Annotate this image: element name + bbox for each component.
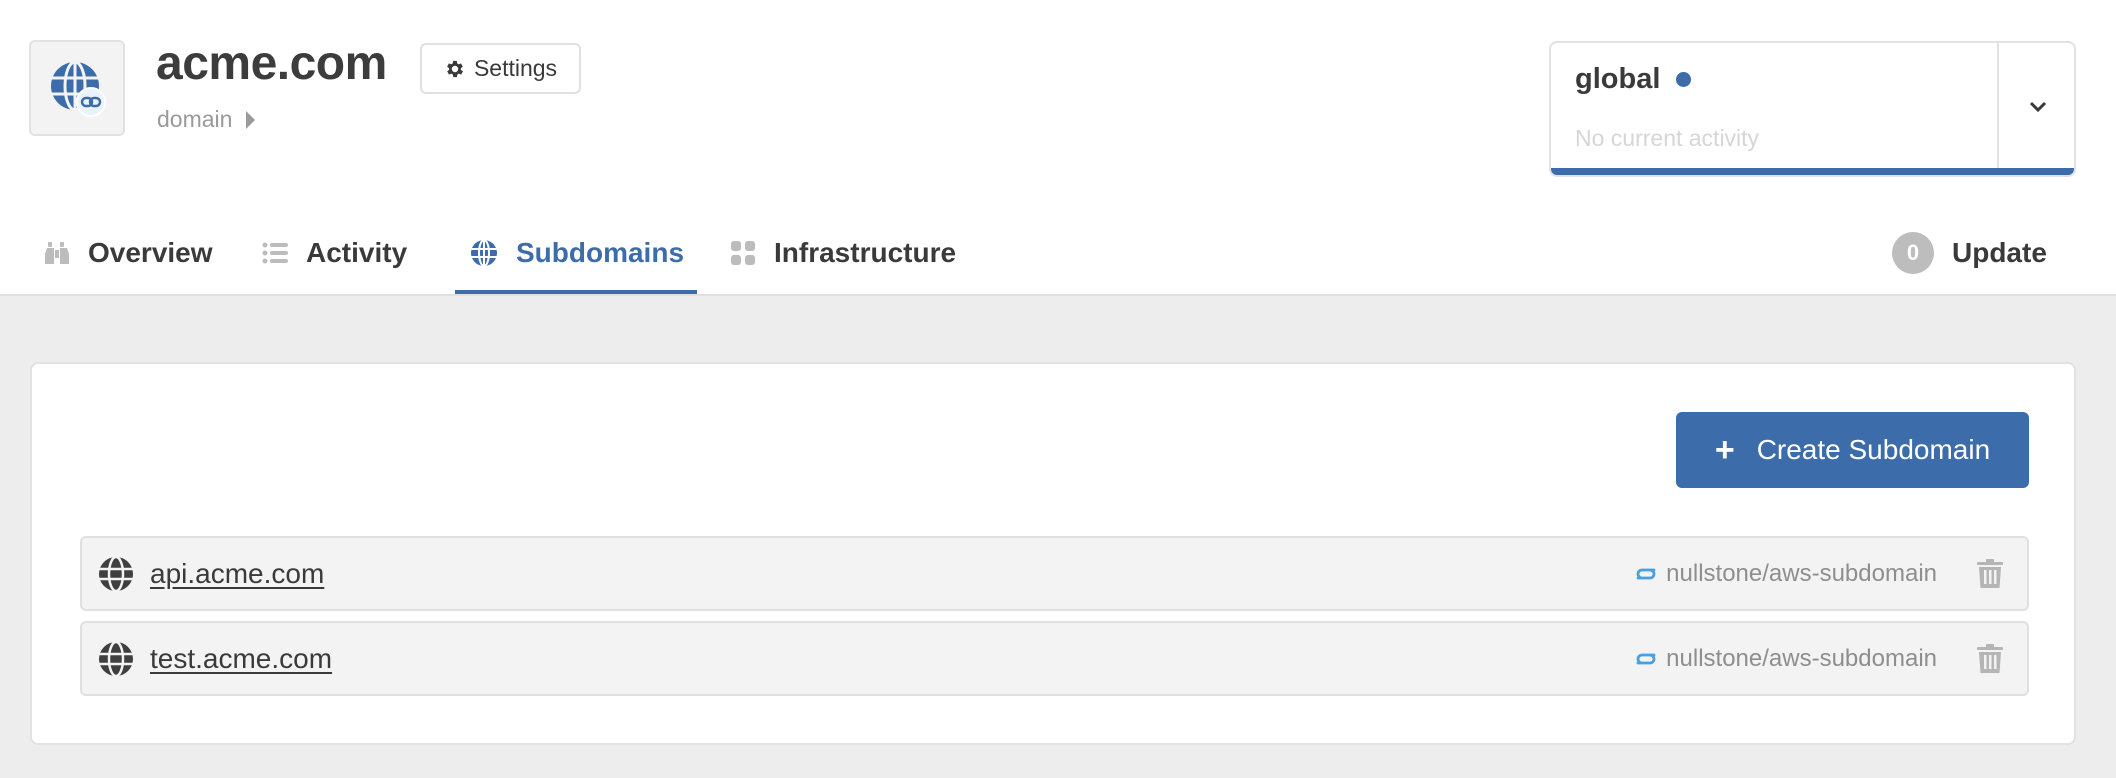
chevron-down-icon: [2029, 101, 2046, 113]
environment-panel: global No current activity: [1549, 41, 2076, 177]
status-dot: [1676, 72, 1692, 87]
subdomain-link[interactable]: test.acme.com: [150, 643, 332, 675]
module-name: nullstone/aws-subdomain: [1666, 559, 1937, 587]
gear-icon: [447, 60, 463, 77]
module-link-icon: [1636, 568, 1656, 579]
subdomains-card: + Create Subdomain api.acme.com nullston…: [30, 362, 2076, 745]
globe-icon: [471, 239, 497, 267]
subdomain-row: api.acme.com nullstone/aws-subdomain: [80, 536, 2029, 611]
plus-icon: +: [1714, 431, 1735, 469]
environment-status-bar: [1551, 168, 2074, 175]
update-label: Update: [1952, 237, 2047, 268]
environment-name: global: [1575, 63, 1661, 95]
module-reference[interactable]: nullstone/aws-subdomain: [1634, 645, 1937, 673]
tab-label: Overview: [88, 237, 213, 268]
environment-name-row: global: [1575, 63, 1692, 96]
trash-icon[interactable]: [1977, 643, 2003, 674]
tab-label: Subdomains: [516, 237, 685, 268]
breadcrumb[interactable]: domain: [157, 106, 256, 133]
update-button[interactable]: 0 Update: [1892, 222, 2047, 284]
binoculars-icon: [45, 242, 69, 264]
tab-overview[interactable]: Overview: [44, 222, 213, 294]
tab-activity[interactable]: Activity: [262, 222, 407, 294]
subdomain-list: api.acme.com nullstone/aws-subdomain tes…: [80, 536, 2029, 706]
subdomain-row: test.acme.com nullstone/aws-subdomain: [80, 621, 2029, 696]
app-icon: [29, 40, 125, 136]
globe-icon: [99, 640, 133, 677]
tab-bar: Overview Activity Subdomains Infrastruct…: [0, 222, 2116, 294]
globe-icon: [99, 555, 133, 592]
tab-label: Infrastructure: [774, 237, 957, 268]
module-name: nullstone/aws-subdomain: [1666, 644, 1937, 672]
environment-status[interactable]: global No current activity: [1551, 43, 1999, 171]
trash-icon[interactable]: [1977, 558, 2003, 589]
page-title: acme.com: [156, 37, 387, 90]
breadcrumb-type: domain: [157, 106, 233, 132]
environment-dropdown-toggle[interactable]: [1999, 43, 2074, 171]
page-header: acme.com Settings domain global No curre…: [0, 0, 2116, 294]
update-count-badge: 0: [1892, 232, 1934, 274]
settings-label: Settings: [473, 55, 558, 81]
tab-label: Activity: [306, 237, 408, 268]
list-icon: [262, 242, 288, 264]
create-subdomain-label: Create Subdomain: [1756, 434, 1991, 465]
create-subdomain-button[interactable]: + Create Subdomain: [1676, 412, 2029, 488]
globe-link-icon: [51, 60, 106, 117]
tab-infrastructure[interactable]: Infrastructure: [730, 222, 956, 294]
module-link-icon: [1636, 653, 1656, 664]
settings-button[interactable]: Settings: [420, 43, 581, 94]
subdomain-link[interactable]: api.acme.com: [150, 558, 324, 590]
grid-icon: [731, 241, 755, 265]
caret-right-icon: [246, 110, 256, 129]
tab-subdomains[interactable]: Subdomains: [455, 222, 697, 294]
main-content: + Create Subdomain api.acme.com nullston…: [0, 294, 2116, 778]
environment-activity: No current activity: [1575, 125, 1760, 151]
module-reference[interactable]: nullstone/aws-subdomain: [1634, 560, 1937, 588]
